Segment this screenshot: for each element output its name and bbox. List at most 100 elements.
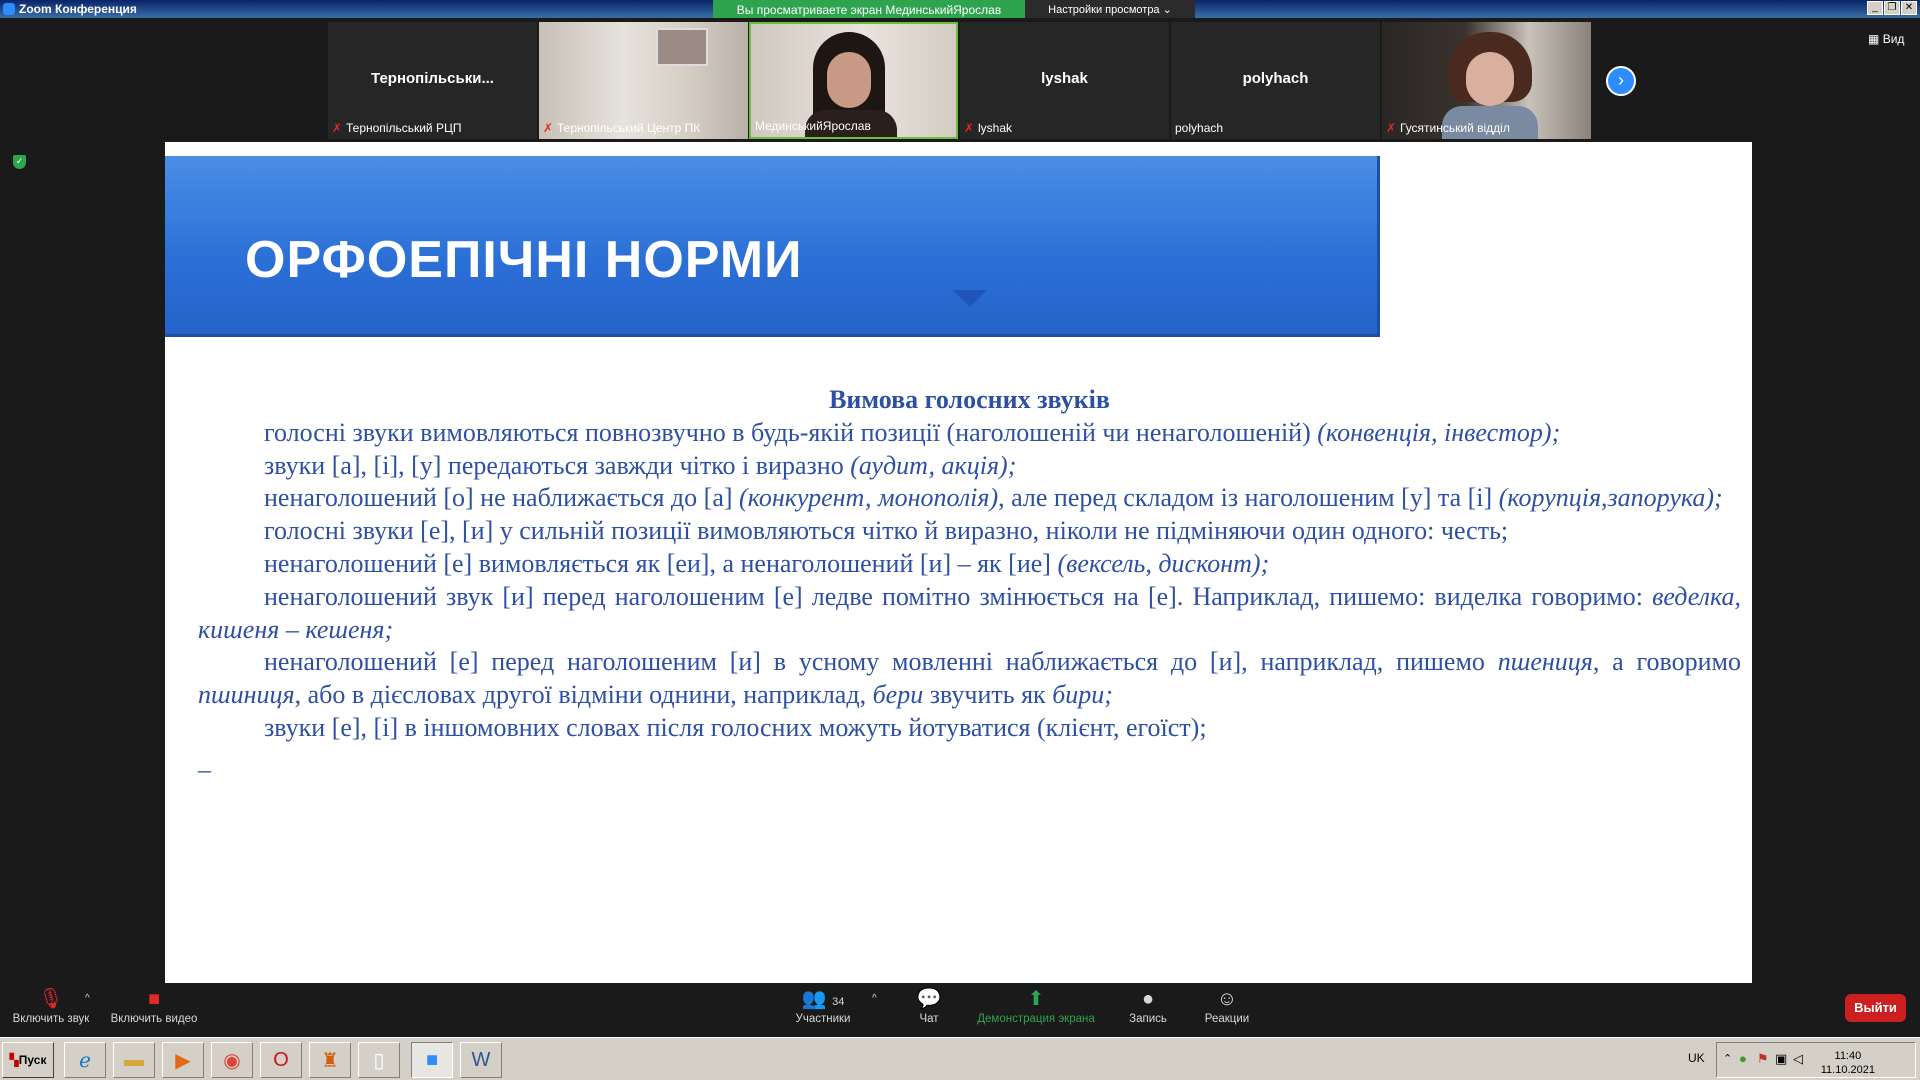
zoom-taskbar-icon[interactable]: ■ [411, 1042, 453, 1078]
slide-paragraph: голосні звуки вимовляються повнозвучно в… [198, 417, 1741, 450]
paragraph-text: , а говоримо [1592, 647, 1741, 677]
slide-paragraph: ненаголошений [е] перед наголошеним [и] … [198, 646, 1741, 712]
paragraph-example: (конвенція, інвестор); [1317, 417, 1561, 447]
paragraph-example: бери [872, 680, 924, 710]
file-explorer-taskbar-icon[interactable]: ▬ [113, 1042, 155, 1078]
participant-big-name: polyhach [1242, 70, 1309, 87]
security-shield-icon[interactable]: ✓ [13, 155, 26, 169]
participant-big-name: lyshak [1041, 70, 1088, 87]
paragraph-text: звучить як [923, 680, 1053, 710]
system-tray: ⌃ ● ⚑ ▣ ◁ 11:40 11.10.2021 [1716, 1042, 1916, 1078]
paragraph-text: , але перед складом із наголошеним [у] т… [998, 483, 1499, 513]
video-off-icon: ■ [147, 988, 161, 1010]
language-indicator[interactable]: UK [1688, 1051, 1705, 1065]
wall-picture [656, 28, 708, 66]
participant-label: polyhach [1175, 119, 1223, 137]
zoom-app-icon [3, 3, 15, 15]
next-page-button[interactable]: › [1606, 66, 1636, 96]
paragraph-text: ненаголошений [е] вимовляється як [еи], … [264, 548, 1058, 578]
paragraph-text: звуки [а], [і], [у] передаються завжди ч… [264, 450, 851, 480]
reactions-button[interactable]: ☺ Реакции [1202, 987, 1252, 1025]
taskbar-clock[interactable]: 11:40 11.10.2021 [1821, 1049, 1875, 1077]
paragraph-example: (конкурент, монополія) [739, 483, 999, 513]
meeting-controls-bar: 🎙 Включить звук ^ ■ Включить видео 👥 34 … [0, 983, 1920, 1037]
chat-button[interactable]: 💬 Чат [913, 987, 945, 1025]
record-label: Запись [1129, 1013, 1167, 1025]
participant-tile[interactable]: ✗ Гусятинський відділ [1382, 22, 1591, 139]
participant-tile[interactable]: Тернопільськи... ✗ Тернопільський РЦП [328, 22, 537, 139]
participants-label: Участники [795, 1013, 851, 1025]
slide-title: ОРФОЕПІЧНІ НОРМИ [245, 231, 803, 289]
internet-explorer-taskbar-icon[interactable]: ℯ [64, 1042, 106, 1078]
paragraph-text: голосні звуки вимовляються повнозвучно в… [264, 417, 1318, 447]
start-button[interactable]: ▚Пуск [2, 1042, 54, 1078]
paragraph-example: пшиниця [198, 680, 295, 710]
restore-button[interactable]: ❐ [1884, 1, 1900, 15]
participant-name: Тернопільський РЦП [346, 121, 462, 135]
grid-icon: ▦ [1868, 32, 1880, 46]
unmute-label: Включить звук [12, 1013, 90, 1025]
view-settings-label: Настройки просмотра [1048, 4, 1160, 16]
volume-icon[interactable]: ◁ [1793, 1051, 1803, 1067]
participants-count: 34 [832, 996, 845, 1008]
paragraph-example: (корупція,запорука); [1498, 483, 1723, 513]
chat-label: Чат [919, 1013, 939, 1025]
close-button[interactable]: ✕ [1901, 1, 1917, 15]
slide-paragraph: звуки [а], [і], [у] передаються завжди ч… [198, 450, 1741, 483]
participant-tile[interactable]: lyshak ✗ lyshak [960, 22, 1169, 139]
reactions-icon: ☺ [1216, 988, 1238, 1010]
app-taskbar-icon[interactable]: ♜ [309, 1042, 351, 1078]
slide-title-banner: ОРФОЕПІЧНІ НОРМИ [165, 156, 1380, 337]
minimize-button[interactable]: _ [1867, 1, 1883, 15]
participant-tile[interactable]: ✗ Тернопільський Центр ПК [539, 22, 748, 139]
participant-tile-active-speaker[interactable]: МединськийЯрослав [749, 22, 958, 139]
start-label: Пуск [18, 1053, 47, 1067]
window-title: Zoom Конференция [19, 2, 137, 16]
leave-meeting-button[interactable]: Выйти [1845, 994, 1906, 1022]
unmute-button[interactable]: 🎙 Включить звук [8, 987, 94, 1025]
audio-options-chevron-icon[interactable]: ^ [85, 993, 90, 1004]
tray-flag-icon[interactable]: ⚑ [1757, 1051, 1769, 1067]
slide-trailing-dash: _ [198, 745, 211, 775]
participant-label: МединськийЯрослав [755, 117, 871, 135]
tray-expand-icon[interactable]: ⌃ [1723, 1052, 1732, 1065]
media-player-taskbar-icon[interactable]: ▶ [162, 1042, 204, 1078]
paragraph-text: ненаголошений [е] перед наголошеним [и] … [264, 647, 1498, 677]
view-button[interactable]: ▦ Вид [1868, 32, 1904, 46]
slide-paragraph: звуки [е], [і] в іншомовних словах після… [198, 712, 1741, 745]
participant-name: lyshak [978, 121, 1013, 135]
start-video-button[interactable]: ■ Включить видео [108, 987, 200, 1025]
mic-off-icon: 🎙 [38, 988, 64, 1010]
tray-app-icon[interactable]: ● [1739, 1051, 1747, 1066]
slide-paragraph: ненаголошений [о] не наближається до [а]… [198, 482, 1741, 515]
shared-screen-slide: ОРФОЕПІЧНІ НОРМИ Вимова голосних звуків … [165, 142, 1752, 983]
word-taskbar-icon[interactable]: W [460, 1042, 502, 1078]
participant-label: ✗ Тернопільський Центр ПК [543, 119, 700, 137]
chrome-taskbar-icon[interactable]: ◉ [211, 1042, 253, 1078]
participant-label: ✗ Гусятинський відділ [1386, 119, 1510, 137]
participants-button[interactable]: 👥 34 Участники [793, 987, 853, 1025]
person-face [1466, 52, 1514, 106]
paragraph-text: ненаголошений звук [и] перед наголошеним… [264, 581, 1653, 611]
paragraph-text: ненаголошений [о] не наближається до [а] [264, 483, 740, 513]
participants-options-chevron-icon[interactable]: ^ [872, 993, 877, 1004]
opera-taskbar-icon[interactable]: O [260, 1042, 302, 1078]
document-taskbar-icon[interactable]: ▯ [358, 1042, 400, 1078]
slide-paragraph: ненаголошений звук [и] перед наголошеним… [198, 581, 1741, 647]
participant-tile[interactable]: polyhach polyhach [1171, 22, 1380, 139]
slide-body: Вимова голосних звуків голосні звуки вим… [198, 384, 1741, 778]
mic-muted-icon: ✗ [1386, 121, 1397, 135]
triangle-decoration-icon [953, 290, 987, 307]
participant-big-name: Тернопільськи... [371, 70, 494, 87]
participant-name: МединськийЯрослав [755, 119, 871, 133]
chevron-down-icon: ⌄ [1162, 4, 1172, 16]
clock-time: 11:40 [1834, 1050, 1862, 1062]
reactions-label: Реакции [1204, 1013, 1250, 1025]
paragraph-example: пшениця [1497, 647, 1593, 677]
network-icon[interactable]: ▣ [1775, 1051, 1787, 1067]
record-button[interactable]: ● Запись [1124, 987, 1172, 1025]
paragraph-text: голосні звуки [е], [и] у сильній позиції… [264, 516, 1509, 546]
person-face [827, 52, 871, 108]
paragraph-example: бири; [1052, 680, 1113, 710]
share-screen-button[interactable]: ⬆ Демонстрация экрана [973, 987, 1099, 1025]
